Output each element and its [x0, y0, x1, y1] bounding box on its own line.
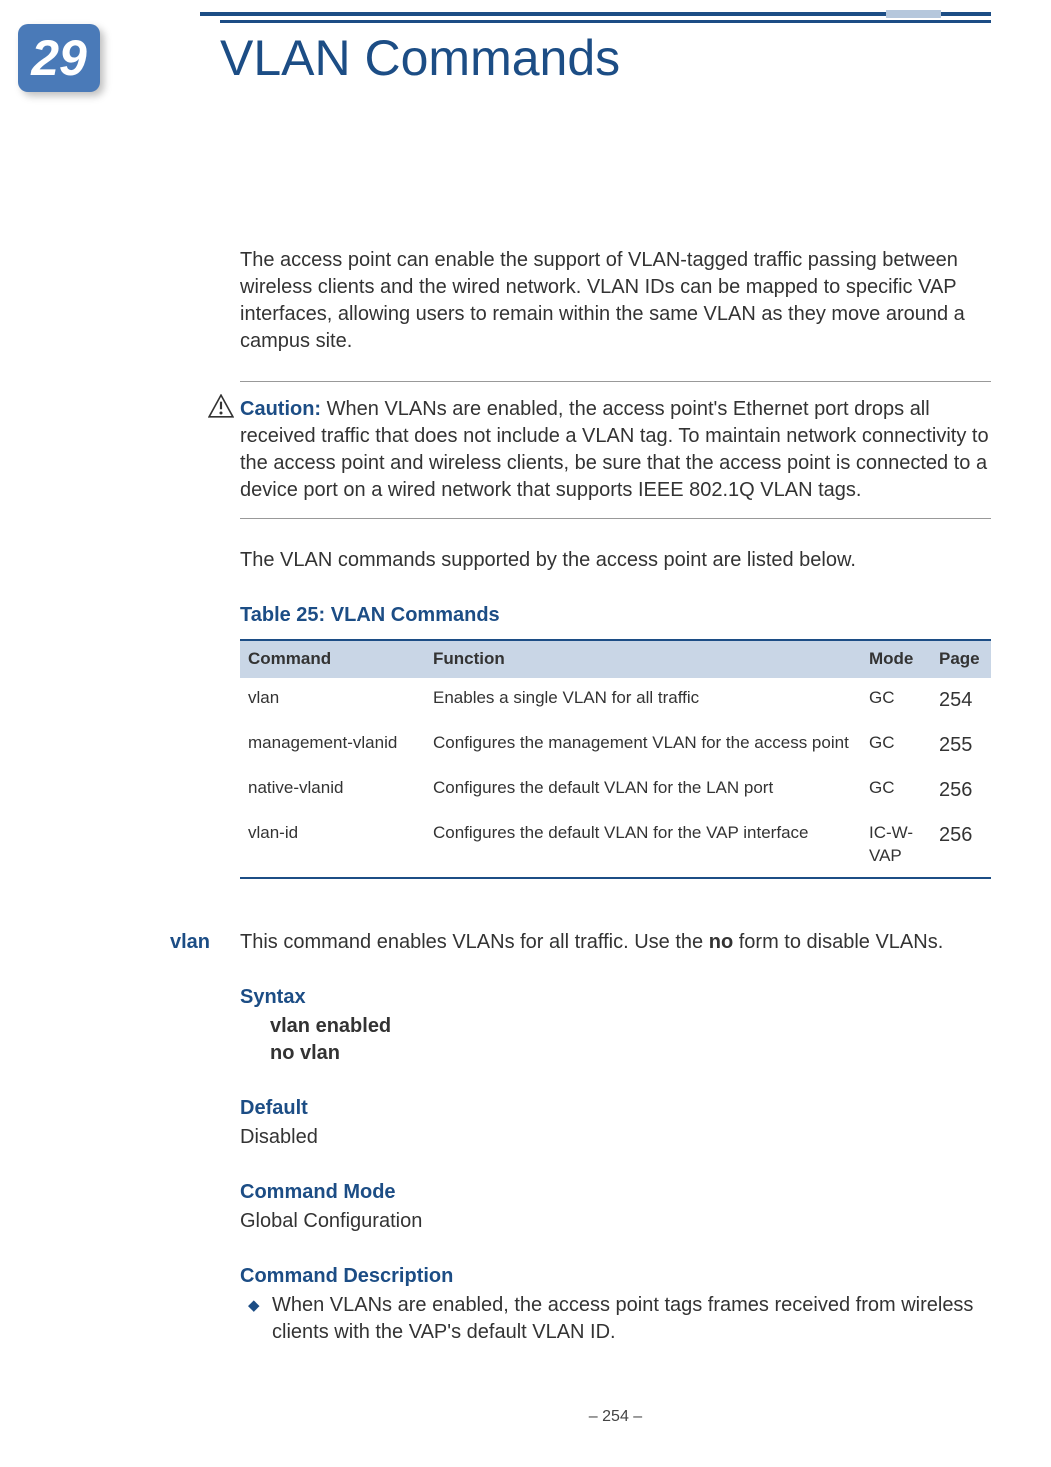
cell-command: vlan	[240, 678, 425, 723]
caution-label: Caution:	[240, 398, 321, 420]
bullet-text: When VLANs are enabled, the access point…	[272, 1292, 991, 1346]
cell-mode: GC	[861, 678, 931, 723]
cell-mode: GC	[861, 723, 931, 768]
cell-mode: IC-W-VAP	[861, 813, 931, 878]
vlan-desc: This command enables VLANs for all traff…	[240, 929, 991, 956]
default-value: Disabled	[240, 1124, 991, 1151]
table-row: vlan-id Configures the default VLAN for …	[240, 813, 991, 878]
cell-page-link[interactable]: 254	[931, 678, 991, 723]
command-mode-value: Global Configuration	[240, 1208, 991, 1235]
cell-command: native-vlanid	[240, 768, 425, 813]
syntax-line: no vlan	[270, 1040, 991, 1067]
vlan-desc-pre: This command enables VLANs for all traff…	[240, 931, 709, 953]
intro-paragraph: The access point can enable the support …	[240, 247, 991, 355]
default-heading: Default	[240, 1095, 991, 1122]
cell-page-link[interactable]: 255	[931, 723, 991, 768]
th-command: Command	[240, 640, 425, 678]
chapter-number-badge: 29	[18, 24, 100, 92]
vlan-section-label: vlan	[170, 929, 210, 956]
syntax-line: vlan enabled	[270, 1013, 991, 1040]
page-footer: – 254 –	[240, 1406, 991, 1428]
caution-text: When VLANs are enabled, the access point…	[240, 398, 989, 501]
cell-function: Enables a single VLAN for all traffic	[425, 678, 861, 723]
vlan-desc-post: form to disable VLANs.	[733, 931, 943, 953]
table-row: management-vlanid Configures the managem…	[240, 723, 991, 768]
vlan-commands-table: Command Function Mode Page vlan Enables …	[240, 639, 991, 879]
syntax-heading: Syntax	[240, 984, 991, 1011]
chapter-title: VLAN Commands	[220, 20, 991, 87]
cell-function: Configures the default VLAN for the VAP …	[425, 813, 861, 878]
table-row: native-vlanid Configures the default VLA…	[240, 768, 991, 813]
cell-function: Configures the default VLAN for the LAN …	[425, 768, 861, 813]
table-header-row: Command Function Mode Page	[240, 640, 991, 678]
command-mode-heading: Command Mode	[240, 1179, 991, 1206]
caution-block: Caution: When VLANs are enabled, the acc…	[240, 381, 991, 519]
list-item: ◆ When VLANs are enabled, the access poi…	[248, 1292, 991, 1346]
table-title: Table 25: VLAN Commands	[240, 602, 991, 629]
summary-line: The VLAN commands supported by the acces…	[240, 547, 991, 574]
cell-command: management-vlanid	[240, 723, 425, 768]
th-page: Page	[931, 640, 991, 678]
th-mode: Mode	[861, 640, 931, 678]
cell-command: vlan-id	[240, 813, 425, 878]
caution-icon	[208, 394, 234, 418]
cell-page-link[interactable]: 256	[931, 813, 991, 878]
cell-function: Configures the management VLAN for the a…	[425, 723, 861, 768]
table-row: vlan Enables a single VLAN for all traff…	[240, 678, 991, 723]
command-description-heading: Command Description	[240, 1263, 991, 1290]
cell-mode: GC	[861, 768, 931, 813]
vlan-no-bold: no	[709, 931, 733, 953]
diamond-bullet-icon: ◆	[248, 1292, 272, 1346]
cell-page-link[interactable]: 256	[931, 768, 991, 813]
chapter-number: 29	[31, 29, 87, 87]
th-function: Function	[425, 640, 861, 678]
